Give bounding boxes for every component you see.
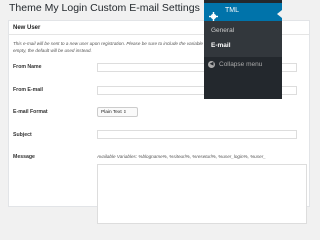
collapse-menu-button[interactable]: ◀ Collapse menu <box>208 61 262 68</box>
collapse-menu-label: Collapse menu <box>219 61 263 69</box>
email-format-select[interactable]: Plain Text ⇕ <box>97 107 138 117</box>
section-description-line1: This e-mail will be sent to a new user u… <box>13 41 203 46</box>
email-format-value: Plain Text <box>101 110 122 115</box>
select-arrows-icon: ⇕ <box>123 109 127 114</box>
submenu-item-general[interactable]: General <box>211 27 234 34</box>
section-description-line2: empty, the default will be used instead. <box>13 48 92 53</box>
from-email-label: From E-mail <box>13 87 43 93</box>
submenu-item-email[interactable]: E-mail <box>211 42 231 49</box>
available-variables: Available Variables: %blogname%, %siteur… <box>97 154 266 159</box>
message-textarea[interactable] <box>97 164 307 224</box>
email-format-label: E-mail Format <box>13 109 48 115</box>
submenu: General E-mail <box>204 21 282 57</box>
menu-item-tml[interactable]: TML <box>204 3 282 21</box>
message-label: Message <box>13 154 35 160</box>
current-menu-arrow <box>277 10 282 18</box>
from-name-label: From Name <box>13 64 42 70</box>
admin-menu-flyout: TML General E-mail ◀ Collapse menu <box>204 0 282 99</box>
subject-input[interactable] <box>97 130 297 139</box>
subject-label: Subject <box>13 132 32 138</box>
menu-item-tml-label: TML <box>225 7 239 14</box>
collapse-icon: ◀ <box>208 61 215 68</box>
page-title: Theme My Login Custom E-mail Settings <box>9 2 200 14</box>
